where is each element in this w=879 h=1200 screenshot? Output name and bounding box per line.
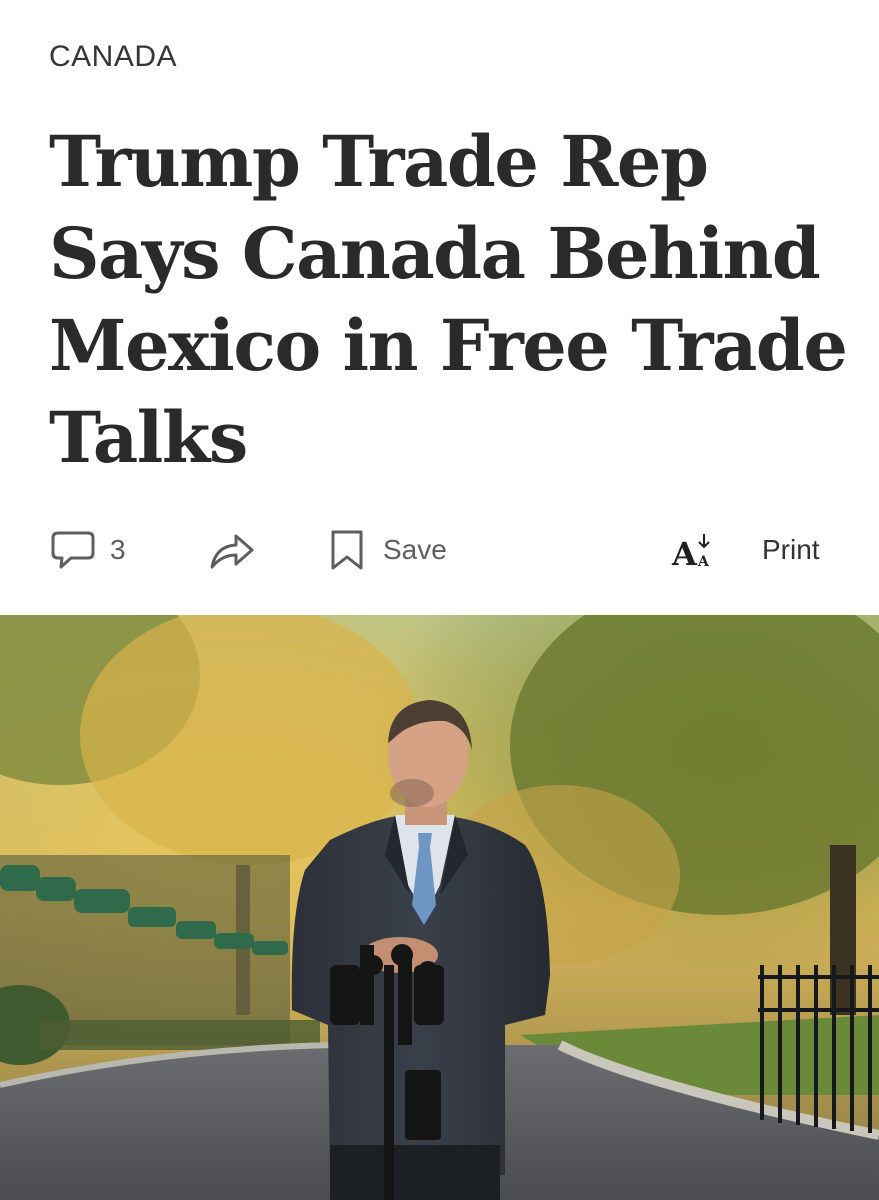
print-button[interactable]: Print: [762, 520, 820, 580]
save-label: Save: [383, 534, 447, 565]
comment-count: 3: [110, 534, 126, 565]
share-arrow-icon: [210, 534, 254, 569]
section-label[interactable]: CANADA: [49, 40, 177, 74]
bookmark-icon: [331, 530, 363, 570]
svg-text:A: A: [697, 554, 710, 570]
font-size-button[interactable]: A A: [671, 520, 715, 580]
save-button[interactable]: Save: [329, 520, 447, 580]
article-headline: Trump Trade Rep Says Canada Behind Mexic…: [49, 120, 848, 479]
svg-text:A: A: [671, 535, 698, 572]
speech-bubble-icon: [51, 531, 95, 569]
comments-button[interactable]: 3: [50, 520, 126, 580]
article-photo: [0, 615, 879, 1200]
share-button[interactable]: [208, 520, 256, 580]
font-size-icon: A A: [671, 534, 710, 572]
article-toolbar: 3 Save A A Print: [0, 520, 879, 580]
print-label: Print: [762, 534, 820, 565]
